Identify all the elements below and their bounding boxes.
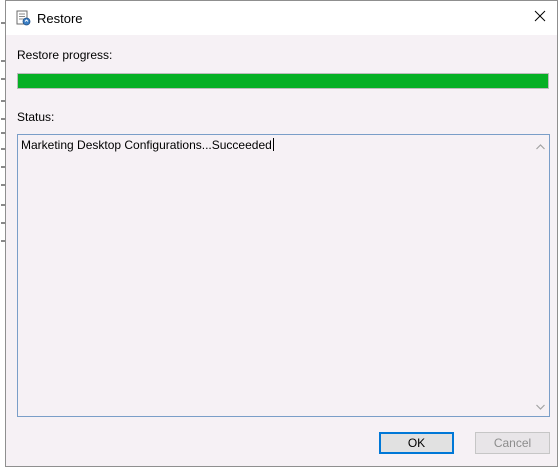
close-icon [534, 9, 546, 27]
window-title: Restore [37, 11, 83, 26]
restore-progress-label: Restore progress: [17, 48, 113, 62]
restore-dialog: Restore Restore progress: Status: Market… [5, 0, 558, 467]
chevron-up-icon [536, 137, 545, 155]
scroll-down-button[interactable] [532, 397, 549, 414]
title-bar[interactable]: Restore [6, 1, 557, 35]
ok-button[interactable]: OK [379, 432, 454, 454]
status-textbox[interactable]: Marketing Desktop Configurations...Succe… [17, 134, 550, 417]
text-caret [272, 138, 274, 151]
chevron-down-icon [536, 397, 545, 415]
restore-document-icon [15, 10, 31, 26]
cancel-button[interactable]: Cancel [475, 432, 550, 454]
close-button[interactable] [523, 1, 557, 35]
scroll-up-button[interactable] [532, 137, 549, 154]
vertical-scrollbar[interactable] [532, 135, 549, 416]
status-label: Status: [17, 110, 55, 124]
progress-fill [18, 74, 548, 88]
status-message: Marketing Desktop Configurations...Succe… [21, 138, 272, 152]
restore-progress-bar [17, 73, 549, 89]
status-text: Marketing Desktop Configurations...Succe… [21, 138, 274, 152]
